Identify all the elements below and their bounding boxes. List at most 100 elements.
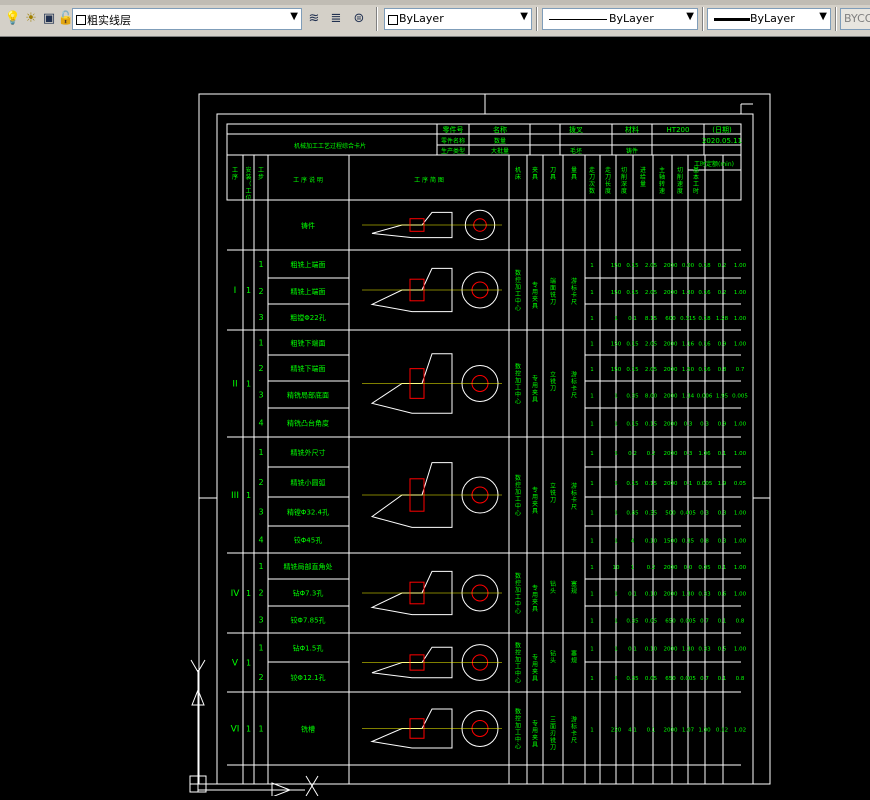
step-description: 铰Φ45孔: [294, 536, 322, 545]
linetype-dropdown[interactable]: ByLayer ▼: [542, 8, 698, 30]
gauge-text: 游: [571, 277, 577, 285]
info-cell: 零件名称: [441, 137, 465, 145]
parameter-value: 0.1: [718, 451, 727, 457]
parameter-value: 0.15: [626, 481, 639, 487]
chevron-down-icon[interactable]: ▼: [290, 11, 298, 22]
parameter-value: 10: [613, 565, 620, 571]
chevron-down-icon[interactable]: ▼: [520, 11, 528, 22]
parameter-value: 0.35: [626, 394, 639, 400]
step-number: 1: [258, 448, 263, 457]
parameter-value: 220: [611, 728, 622, 734]
column-header: 具: [550, 174, 556, 181]
gauge-text: 塞: [571, 650, 577, 658]
gauge-text: 塞: [571, 580, 577, 588]
parameter-value: 1.30: [682, 647, 695, 653]
parameter-value: 0.8: [718, 367, 727, 373]
fixture-text: 具: [532, 606, 538, 613]
gauge-text: 游: [571, 716, 577, 724]
column-header: 刀: [550, 167, 556, 174]
parameter-value: 0.18: [698, 316, 711, 322]
parameter-value: 4: [631, 539, 635, 545]
parameter-value: 2000: [664, 451, 678, 457]
column-header: 削: [677, 173, 683, 181]
gauge-text: 尺: [571, 504, 577, 511]
tool-text: 钻: [550, 650, 556, 658]
parameter-value: 0.9: [718, 422, 727, 428]
parameter-value: 0.10: [645, 647, 658, 653]
parameter-value: 1: [614, 422, 618, 428]
parameter-value: 1.00: [734, 647, 747, 653]
info-cell: 铸件: [626, 147, 638, 155]
color-dropdown[interactable]: ByLayer ▼: [384, 8, 532, 30]
parameter-value: 0.1: [718, 619, 727, 625]
parameter-value: 0.15: [626, 422, 639, 428]
plotstyle-dropdown[interactable]: BYCOL: [840, 8, 870, 30]
gauge-text: 标: [571, 723, 577, 731]
parameter-value: 0.12: [716, 728, 728, 734]
drawing-canvas[interactable]: 零件号 名称 拨叉 材料 HT200 (日期) 零件名称 数量 2020.05.11 生产类型 大批…: [0, 37, 870, 798]
parameter-value: 0.315: [680, 316, 696, 322]
parameter-value: 1: [590, 290, 594, 296]
parameter-value: 0.16: [698, 342, 711, 348]
time-header: 工时定额(min): [694, 160, 734, 168]
parameter-value: 0.35: [626, 619, 639, 625]
plotstyle-value: BYCOL: [844, 12, 870, 25]
parameter-value: 0.10: [645, 539, 658, 545]
column-header: 工: [258, 167, 264, 174]
info-cell: 数量: [494, 137, 506, 145]
parameter-value: 0.10: [645, 592, 658, 598]
parameter-value: 0.45: [626, 511, 639, 517]
parameter-value: 2000: [664, 367, 678, 373]
parameter-value: 2000: [664, 394, 678, 400]
step-description: 铣槽: [301, 725, 315, 734]
parameter-value: 1: [590, 367, 594, 373]
parameter-value: 0.405: [680, 511, 696, 517]
step-number: 1: [258, 725, 263, 734]
layer-properties-icon[interactable]: ≋: [305, 10, 323, 28]
gauge-text: 规: [571, 657, 577, 665]
parameter-value: 1.28: [716, 316, 729, 322]
parameter-value: 1: [590, 511, 594, 517]
chevron-down-icon[interactable]: ▼: [819, 11, 827, 22]
lightbulb-icon[interactable]: 💡: [4, 10, 22, 28]
freeze-viewport-icon[interactable]: ▣: [40, 10, 58, 28]
parameter-value: 1.00: [698, 728, 711, 734]
parameter-value: 1.00: [734, 511, 747, 517]
parameter-value: 0.05: [645, 676, 658, 682]
make-current-icon[interactable]: ⊜: [350, 10, 368, 28]
machine-text: 加: [515, 656, 521, 664]
fixture-text: 用: [532, 728, 538, 735]
chevron-down-icon[interactable]: ▼: [686, 11, 694, 22]
parameter-value: 0.005: [680, 676, 696, 682]
machine-text: 心: [515, 510, 521, 517]
parameter-value: 0.7: [700, 619, 709, 625]
fixture-text: 夹: [532, 295, 538, 303]
parameter-value: 0.3: [684, 422, 693, 428]
parameter-value: 0.005: [732, 394, 748, 400]
parameter-value: 1: [590, 565, 594, 571]
step-description: 钻Φ1.5孔: [293, 644, 324, 653]
machine-text: 数: [515, 708, 521, 716]
column-header: 量: [571, 167, 577, 174]
ucs-x-label: [305, 775, 319, 797]
parameter-value: 1: [590, 728, 594, 734]
gauge-text: 尺: [571, 738, 577, 745]
layer-previous-icon[interactable]: ≣: [327, 10, 345, 28]
sheet-title: 机械加工工艺过程综合卡片: [294, 142, 366, 150]
column-header: 步: [258, 173, 264, 181]
sun-icon[interactable]: ☀: [22, 10, 40, 28]
machine-text: 工: [515, 594, 521, 601]
parameter-value: 2.05: [645, 290, 658, 296]
parameter-value: 0.005: [697, 481, 713, 487]
lineweight-dropdown[interactable]: ByLayer ▼: [707, 8, 831, 30]
parameter-value: 0.05: [698, 565, 711, 571]
fixture-text: 用: [532, 662, 538, 669]
column-header: 进: [640, 166, 646, 174]
column-header: 度: [677, 187, 683, 195]
machine-text: 心: [515, 399, 521, 406]
step-description: 铸件: [301, 221, 315, 230]
machine-text: 心: [515, 744, 521, 751]
layer-dropdown[interactable]: 粗实线层 ▼: [72, 8, 302, 30]
operation-number: V: [232, 659, 239, 669]
column-header: 本: [693, 173, 699, 181]
